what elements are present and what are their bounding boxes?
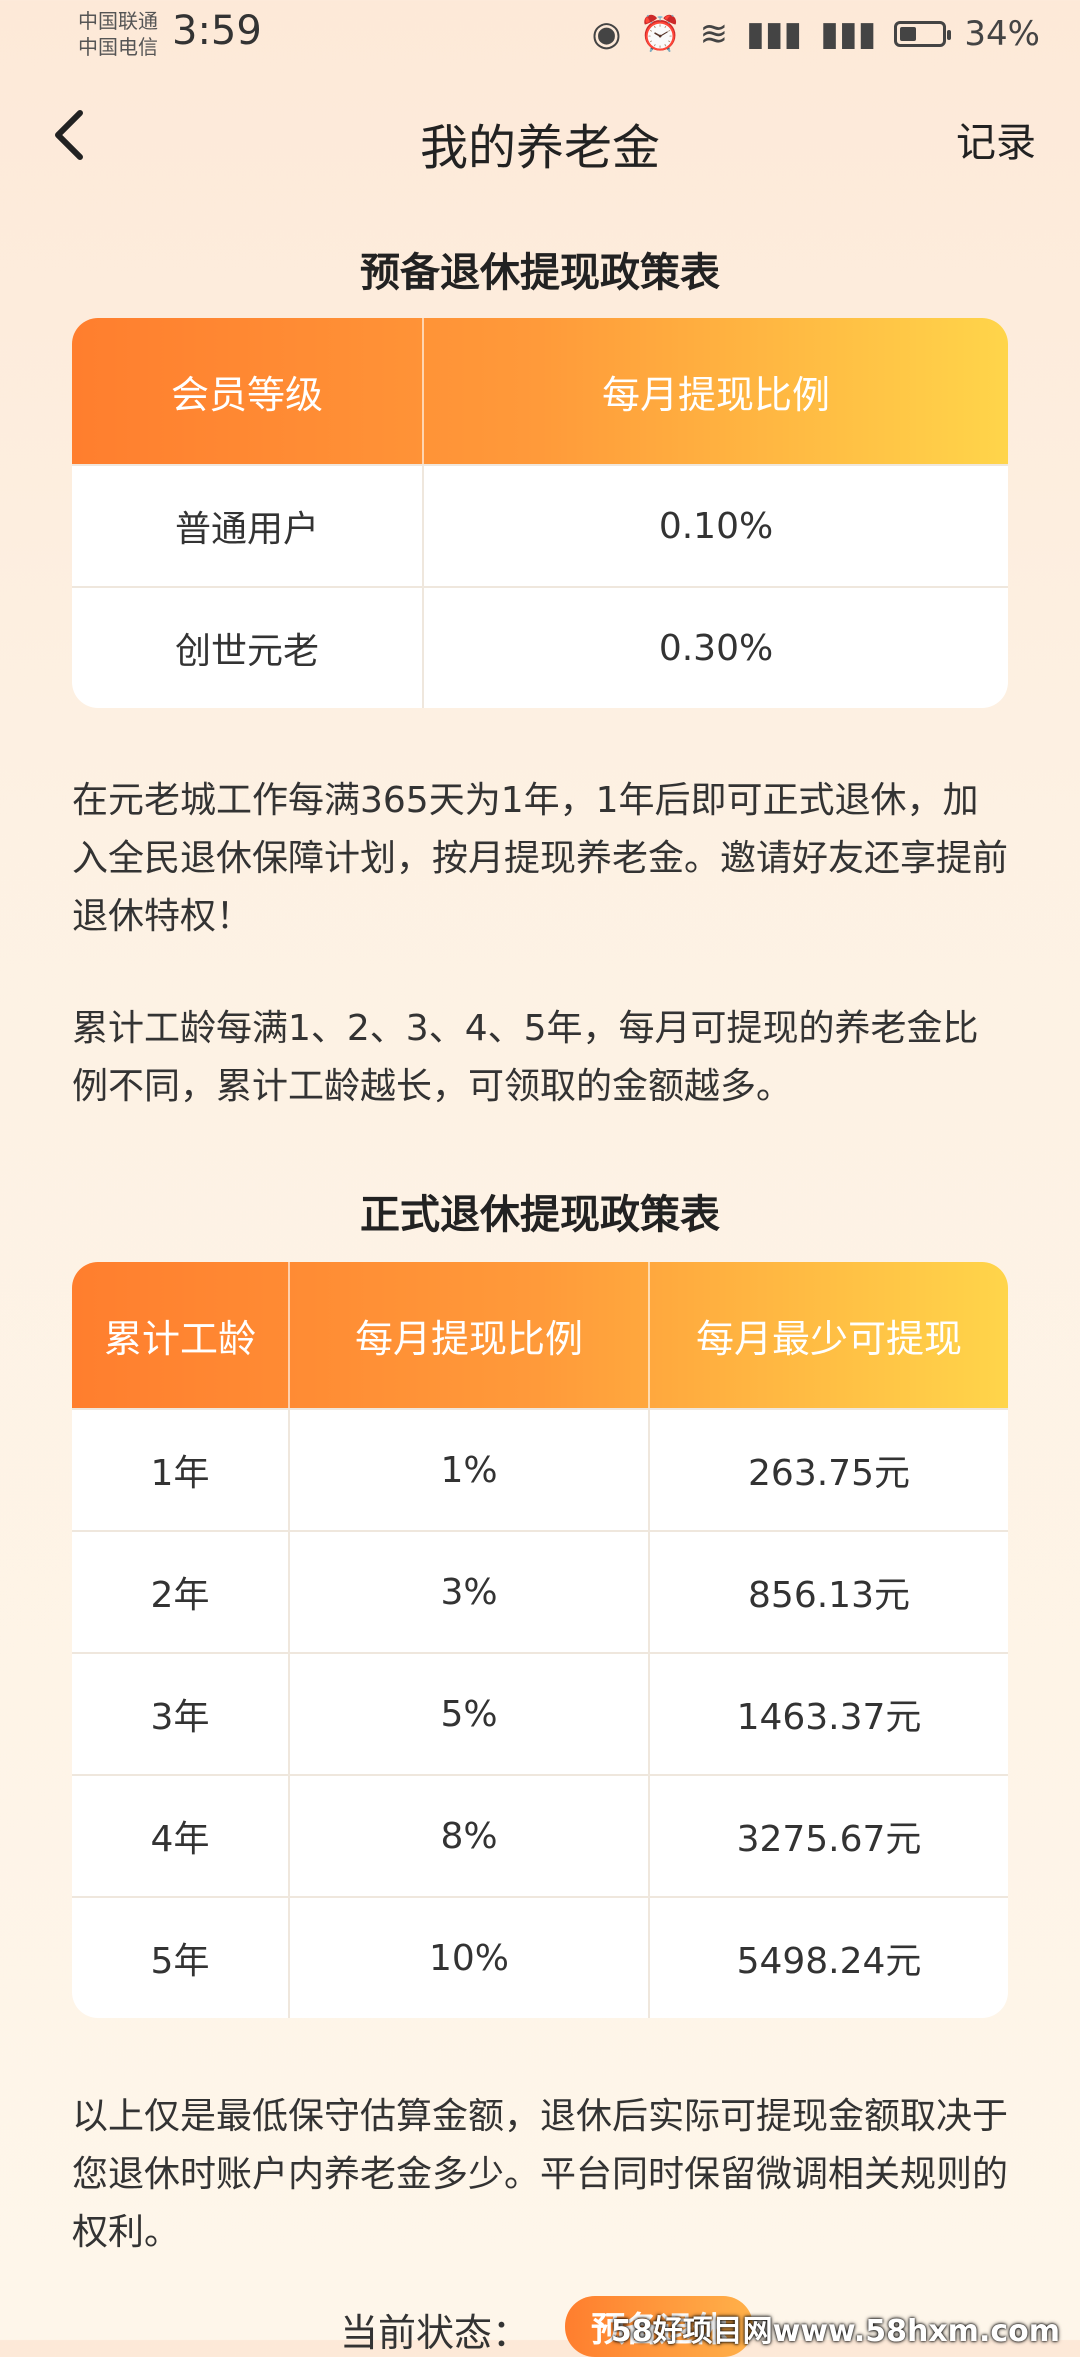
- table-cell: 856.13元: [748, 1575, 910, 1616]
- table-row: 1年 1% 263.75元: [72, 1410, 1008, 1532]
- disclaimer-text: 以上仅是最低保守估算金额，退休后实际可提现金额取决于您退休时账户内养老金多少。平…: [72, 2096, 1009, 2253]
- header-cell: 每月最少可提现: [695, 1316, 962, 1361]
- signal-icon-2: ▮▮▮: [820, 14, 877, 54]
- table-row: 创世元老 0.30%: [72, 588, 1008, 708]
- header-cell: 每月提现比例: [290, 1262, 650, 1408]
- battery-level: 34%: [964, 14, 1040, 54]
- table-cell: 3年: [72, 1654, 290, 1774]
- table-row: 3年 5% 1463.37元: [72, 1654, 1008, 1776]
- signal-icon: ▮▮▮: [746, 14, 803, 54]
- status-icons: ◉ ⏰ ≋ ▮▮▮ ▮▮▮ 34%: [592, 14, 1040, 54]
- table-cell: 10%: [290, 1898, 650, 2018]
- table-row: 5年 10% 5498.24元: [72, 1898, 1008, 2018]
- table-cell: 3275.67元: [736, 1819, 922, 1860]
- table-cell: 1463.37元: [736, 1697, 922, 1738]
- table-cell: 4年: [72, 1776, 290, 1896]
- prep-table-title: 预备退休提现政策表: [360, 250, 720, 296]
- table-cell: 5%: [290, 1654, 650, 1774]
- header-cell: 每月提现比例: [601, 372, 830, 417]
- carrier-1: 中国联通: [78, 9, 158, 33]
- record-button[interactable]: 记录: [956, 110, 1036, 168]
- header-cell: 累计工龄: [72, 1262, 290, 1408]
- carrier-2: 中国电信: [78, 35, 158, 59]
- watermark-text: 58好项目网www.58hxm.com: [610, 2314, 1060, 2349]
- state-label: 当前状态：: [340, 2311, 531, 2355]
- table-row: 2年 3% 856.13元: [72, 1532, 1008, 1654]
- seniority-text: 累计工龄每满1、2、3、4、5年，每月可提现的养老金比例不同，累计工龄越长，可领…: [72, 1008, 979, 1107]
- table-cell: 2年: [72, 1532, 290, 1652]
- retirement-intro-text: 在元老城工作每满365天为1年，1年后即可正式退休，加入全民退休保障计划，按月提…: [72, 780, 1009, 937]
- table-cell: 5498.24元: [736, 1941, 922, 1982]
- table-cell: 3%: [290, 1532, 650, 1652]
- status-time: 3:59: [172, 8, 262, 54]
- table-cell: 263.75元: [748, 1453, 910, 1494]
- status-bar: 中国联通 中国电信 3:59 ◉ ⏰ ≋ ▮▮▮ ▮▮▮ 34%: [0, 0, 1080, 80]
- table-row: 4年 8% 3275.67元: [72, 1776, 1008, 1898]
- battery-icon: [894, 21, 952, 47]
- table-row: 普通用户 0.10%: [72, 466, 1008, 588]
- table-cell: 0.10%: [658, 505, 774, 547]
- table-header-row: 会员等级 每月提现比例: [72, 318, 1008, 466]
- table-cell: 0.30%: [658, 627, 774, 669]
- table-cell: 5年: [72, 1898, 290, 2018]
- wifi-icon: ≋: [699, 14, 729, 54]
- table-cell: 1%: [290, 1410, 650, 1530]
- table-header-row: 累计工龄 每月提现比例 每月最少可提现: [72, 1262, 1008, 1410]
- alarm-icon: ⏰: [639, 14, 682, 54]
- page-title: 我的养老金: [419, 120, 660, 176]
- nav-bar: 我的养老金 记录: [0, 100, 1080, 180]
- carrier-info: 中国联通 中国电信: [78, 8, 158, 60]
- table-cell: 1年: [72, 1410, 290, 1530]
- eye-icon: ◉: [591, 14, 622, 54]
- header-cell: 会员等级: [72, 318, 424, 464]
- formal-policy-table: 累计工龄 每月提现比例 每月最少可提现 1年 1% 263.75元 2年 3% …: [72, 1262, 1008, 2018]
- formal-table-title: 正式退休提现政策表: [360, 1192, 720, 1238]
- table-cell: 创世元老: [72, 588, 424, 708]
- table-cell: 普通用户: [72, 466, 424, 586]
- table-cell: 8%: [290, 1776, 650, 1896]
- prep-policy-table: 会员等级 每月提现比例 普通用户 0.10% 创世元老 0.30%: [72, 318, 1008, 708]
